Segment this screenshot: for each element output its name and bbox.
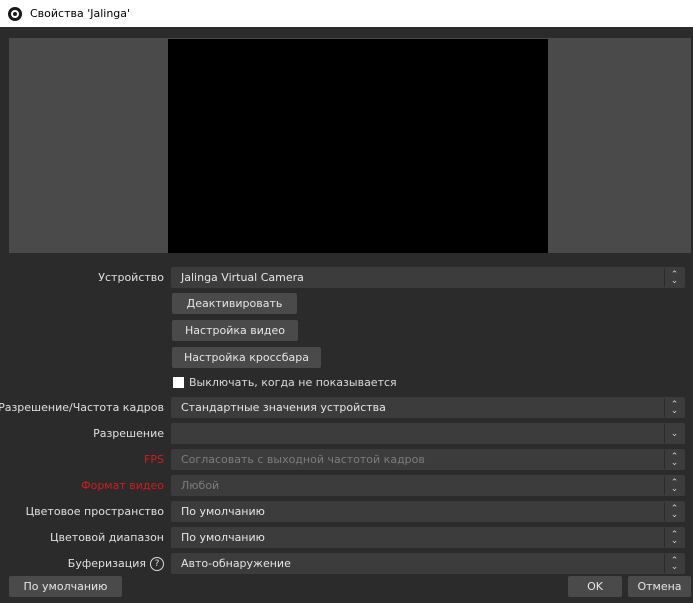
help-icon[interactable]: ?	[150, 556, 164, 571]
color-range-combo[interactable]: По умолчанию ⌃ ⌄	[171, 527, 685, 548]
cancel-button[interactable]: Отмена	[628, 576, 691, 597]
deactivate-when-hidden-checkbox[interactable]: Выключать, когда не показывается	[173, 376, 397, 389]
buffering-value: Авто-обнаружение	[181, 557, 291, 570]
up-down-icon[interactable]: ⌃ ⌄	[664, 502, 684, 521]
video-format-value: Любой	[181, 479, 220, 492]
checkbox-box[interactable]	[173, 377, 184, 388]
device-combo[interactable]: Jalinga Virtual Camera ⌃ ⌄	[171, 267, 685, 288]
res-fps-combo[interactable]: Стандартные значения устройства ⌃ ⌄	[171, 397, 685, 418]
fps-combo[interactable]: Согласовать с выходной частотой кадров ⌃…	[171, 449, 685, 470]
fps-value: Согласовать с выходной частотой кадров	[181, 453, 425, 466]
resolution-row: Разрешение ⌄	[0, 423, 693, 444]
buffering-combo[interactable]: Авто-обнаружение ⌃ ⌄	[171, 553, 685, 574]
buffering-row: Буферизация ? Авто-обнаружение ⌃ ⌄	[0, 553, 693, 574]
video-format-row: Формат видео Любой ⌃ ⌄	[0, 475, 693, 496]
video-format-label: Формат видео	[81, 479, 164, 492]
fps-label: FPS	[144, 453, 164, 466]
buffering-label-group: Буферизация ?	[68, 553, 164, 574]
chevron-down-icon[interactable]: ⌄	[664, 424, 684, 443]
res-fps-label: Разрешение/Частота кадров	[0, 401, 164, 414]
obs-logo-icon	[8, 6, 22, 21]
video-config-button[interactable]: Настройка видео	[172, 320, 298, 341]
device-row: Устройство Jalinga Virtual Camera ⌃ ⌄	[0, 267, 693, 288]
window-title: Свойства 'Jalinga'	[30, 7, 131, 20]
color-range-value: По умолчанию	[181, 531, 265, 544]
defaults-button[interactable]: По умолчанию	[9, 576, 122, 597]
color-space-combo[interactable]: По умолчанию ⌃ ⌄	[171, 501, 685, 522]
deactivate-button[interactable]: Деактивировать	[172, 293, 297, 314]
up-down-icon[interactable]: ⌃ ⌄	[664, 528, 684, 547]
preview-area	[9, 38, 691, 253]
res-fps-row: Разрешение/Частота кадров Стандартные зн…	[0, 397, 693, 418]
up-down-icon[interactable]: ⌃ ⌄	[664, 476, 684, 495]
color-space-row: Цветовое пространство По умолчанию ⌃ ⌄	[0, 501, 693, 522]
color-range-label: Цветовой диапазон	[50, 531, 164, 544]
title-bar: Свойства 'Jalinga'	[0, 0, 693, 27]
up-down-icon[interactable]: ⌃ ⌄	[664, 554, 684, 573]
resolution-combo[interactable]: ⌄	[171, 423, 685, 444]
up-down-icon[interactable]: ⌃ ⌄	[664, 268, 684, 287]
color-space-label: Цветовое пространство	[25, 505, 164, 518]
video-format-combo[interactable]: Любой ⌃ ⌄	[171, 475, 685, 496]
color-range-row: Цветовой диапазон По умолчанию ⌃ ⌄	[0, 527, 693, 548]
res-fps-value: Стандартные значения устройства	[181, 401, 386, 414]
up-down-icon[interactable]: ⌃ ⌄	[664, 450, 684, 469]
checkbox-label: Выключать, когда не показывается	[189, 376, 397, 389]
ok-button[interactable]: OK	[568, 576, 622, 597]
device-value: Jalinga Virtual Camera	[181, 271, 304, 284]
fps-row: FPS Согласовать с выходной частотой кадр…	[0, 449, 693, 470]
up-down-icon[interactable]: ⌃ ⌄	[664, 398, 684, 417]
video-preview	[168, 39, 548, 253]
crossbar-config-button[interactable]: Настройка кроссбара	[172, 347, 321, 368]
device-label: Устройство	[98, 271, 164, 284]
color-space-value: По умолчанию	[181, 505, 265, 518]
buffering-label: Буферизация	[67, 557, 146, 570]
resolution-label: Разрешение	[93, 427, 164, 440]
